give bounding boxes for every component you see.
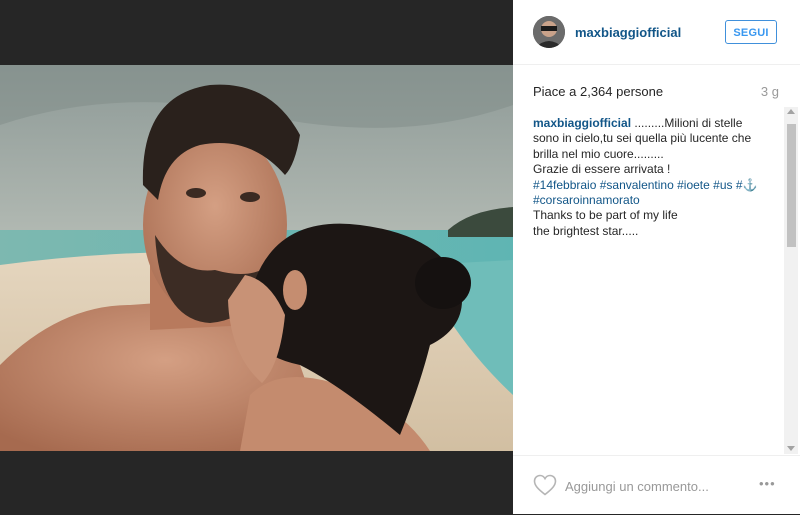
scroll-down-icon[interactable] bbox=[787, 446, 795, 451]
caption-scrollbar[interactable] bbox=[784, 107, 798, 454]
hashtag-link[interactable]: #corsaroinnamorato bbox=[533, 193, 783, 208]
avatar[interactable] bbox=[533, 16, 565, 48]
scroll-thumb[interactable] bbox=[787, 124, 796, 247]
caption-line: the brightest star..... bbox=[533, 223, 639, 238]
comment-input[interactable] bbox=[565, 477, 725, 495]
likes-row: Piace a 2,364 persone 3 g bbox=[533, 84, 779, 99]
more-options-icon[interactable]: ••• bbox=[759, 476, 776, 491]
post-media bbox=[0, 0, 513, 514]
avatar-image bbox=[533, 16, 565, 48]
caption-line: Grazie di essere arrivata ! bbox=[533, 162, 671, 177]
scroll-up-icon[interactable] bbox=[787, 109, 795, 114]
post-caption: maxbiaggiofficial .........Milioni di st… bbox=[533, 116, 783, 239]
caption-username-link[interactable]: maxbiaggiofficial bbox=[533, 116, 631, 130]
header-username-link[interactable]: maxbiaggiofficial bbox=[575, 25, 681, 40]
caption-line: .........Milioni di stelle bbox=[631, 116, 743, 130]
hashtag-links[interactable]: #14febbraio #sanvalentino #ioete #us #⚓ bbox=[533, 178, 783, 193]
caption-line: brilla nel mio cuore......... bbox=[533, 146, 664, 161]
post-age[interactable]: 3 g bbox=[761, 84, 779, 99]
post-photo[interactable] bbox=[0, 65, 513, 451]
caption-line: sono in cielo,tu sei quella più lucente … bbox=[533, 131, 752, 146]
caption-line: Thanks to be part of my life bbox=[533, 208, 678, 223]
heart-icon[interactable] bbox=[533, 474, 557, 496]
follow-button[interactable]: SEGUI bbox=[725, 20, 777, 44]
post-header: maxbiaggiofficial SEGUI bbox=[513, 0, 800, 65]
likes-count[interactable]: Piace a 2,364 persone bbox=[533, 84, 663, 99]
beach-couple-photo bbox=[0, 65, 513, 451]
post-footer: ••• bbox=[513, 455, 800, 515]
post-details-panel: maxbiaggiofficial SEGUI Piace a 2,364 pe… bbox=[513, 0, 800, 514]
